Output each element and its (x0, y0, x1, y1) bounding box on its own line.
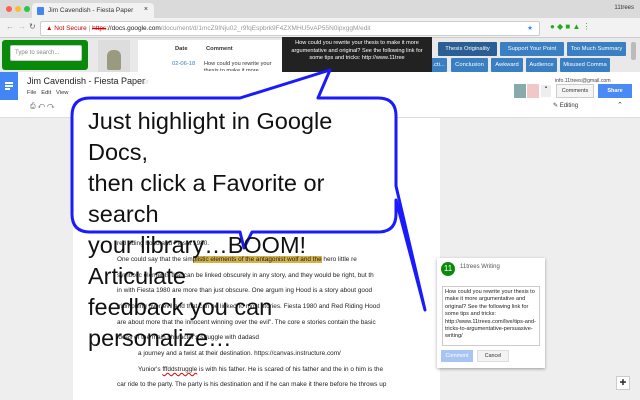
callout-line: Just highlight in Google Docs, (88, 108, 333, 165)
callout-line: your library…BOOM! Articulate (88, 232, 307, 289)
callout-line: then click a Favorite or search (88, 170, 325, 227)
callout-line: feedback you can personalize… (88, 294, 273, 351)
callout-text: Just highlight in Google Docs, then clic… (88, 106, 398, 354)
